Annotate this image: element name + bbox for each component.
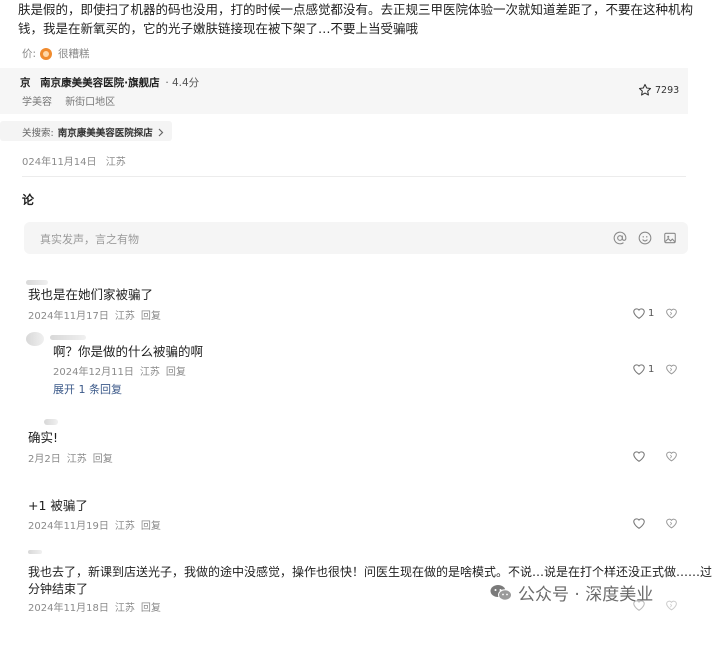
username-blurred: [28, 550, 42, 554]
at-icon[interactable]: [613, 231, 627, 245]
like-button[interactable]: 1: [632, 307, 654, 319]
emoji-icon[interactable]: [638, 231, 652, 245]
image-icon[interactable]: [663, 231, 677, 245]
reply-link[interactable]: 回复: [141, 311, 161, 322]
section-divider: [22, 176, 686, 177]
reply-link[interactable]: 回复: [93, 454, 113, 465]
review-text-line1: 肤是假的，即使扫了机器的码也没用，打的时候一点感觉都没有。去正规三甲医院体验一次…: [18, 2, 694, 17]
comment-location: 江苏: [114, 603, 135, 614]
comment-text: +1 被骗了: [28, 498, 88, 513]
related-search-pill[interactable]: 关搜索: 南京康美美容医院探店: [0, 121, 172, 141]
comment-location: 江苏: [114, 521, 135, 532]
rating-label: 价:: [22, 48, 37, 60]
like-count: 1: [648, 307, 655, 319]
dislike-icon[interactable]: [665, 599, 678, 611]
username-blurred: [50, 335, 86, 340]
expand-replies-link[interactable]: 展开 1 条回复: [53, 381, 122, 397]
related-search-label: 关搜索:: [22, 128, 54, 139]
comment-meta: 2月2日 江苏 回复: [28, 450, 119, 465]
comment-location: 江苏: [114, 311, 135, 322]
post-location: 江苏: [105, 157, 126, 168]
dislike-icon[interactable]: [665, 450, 678, 462]
username-blurred: [44, 419, 58, 425]
star-icon: [638, 83, 652, 97]
like-count: 1: [648, 363, 655, 375]
review-rating: 价: 很糟糕: [22, 46, 96, 61]
comment-date: 2024年11月19日: [28, 521, 109, 532]
watermark-text: 公众号 · 深度美业: [518, 585, 654, 605]
rating-badge-icon: [40, 47, 53, 60]
comment-meta: 2024年11月17日 江苏 回复: [28, 307, 167, 322]
comment-text: 确实!: [28, 430, 59, 445]
comment-input-placeholder: 真实发声，言之有物: [40, 233, 139, 246]
shop-card[interactable]: 京 南京康美美容医院·旗舰店 · 4.4分 学美容 新街口地区 7293: [0, 68, 688, 114]
dislike-icon[interactable]: [665, 307, 678, 319]
wechat-logo-icon: [490, 584, 512, 602]
chevron-right-icon: [158, 128, 164, 137]
thumb-up-icon: [632, 307, 646, 319]
shop-category: 学美容: [22, 97, 52, 108]
watermark: 公众号 · 深度美业: [490, 580, 653, 605]
comment-input[interactable]: 真实发声，言之有物: [24, 222, 688, 254]
related-search-query: 南京康美美容医院探店: [57, 128, 153, 139]
dislike-icon[interactable]: [665, 363, 678, 375]
shop-district: 新街口地区: [65, 97, 116, 108]
favorite-button[interactable]: 7293: [638, 83, 679, 97]
shop-name: 南京康美美容医院·旗舰店: [40, 77, 160, 89]
reply-link[interactable]: 回复: [141, 521, 161, 532]
comment-text-line2: 分钟结束了: [28, 582, 89, 596]
reply-meta: 2024年12月11日 江苏 回复: [53, 363, 192, 378]
comment-text-line1: 我也去了，新课到店送光子，我做的途中没感觉，操作也很快！问医生现在做的是啥模式。…: [28, 565, 712, 579]
comments-header: 论: [22, 193, 35, 207]
shop-score: · 4.4分: [165, 77, 200, 89]
reply-location: 江苏: [139, 367, 160, 378]
thumb-up-icon[interactable]: [632, 450, 646, 462]
post-date: 024年11月14日: [22, 157, 97, 168]
reply-link[interactable]: 回复: [166, 367, 186, 378]
comment-date: 2月2日: [28, 454, 61, 465]
reply-link[interactable]: 回复: [141, 603, 161, 614]
comment-meta: 2024年11月18日 江苏 回复: [28, 599, 167, 614]
reply-date: 2024年12月11日: [53, 367, 134, 378]
like-button[interactable]: 1: [632, 363, 654, 375]
shop-city: 京: [20, 77, 31, 89]
favorite-count: 7293: [655, 84, 680, 96]
thumb-up-icon: [632, 363, 646, 375]
dislike-icon[interactable]: [665, 517, 678, 529]
avatar: [26, 332, 44, 346]
comment-text: 我也是在她们家被骗了: [28, 287, 154, 302]
rating-value: 很糟糕: [58, 48, 90, 60]
reply-text: 啊？你是做的什么被骗的啊: [53, 344, 204, 359]
comment-date: 2024年11月17日: [28, 311, 109, 322]
comment-date: 2024年11月18日: [28, 603, 109, 614]
comment-meta: 2024年11月19日 江苏 回复: [28, 517, 167, 532]
comment-location: 江苏: [66, 454, 87, 465]
thumb-up-icon[interactable]: [632, 517, 646, 529]
review-text-line2: 钱，我是在新氧买的，它的光子嫩肤链接现在被下架了…不要上当受骗哦: [18, 21, 419, 36]
